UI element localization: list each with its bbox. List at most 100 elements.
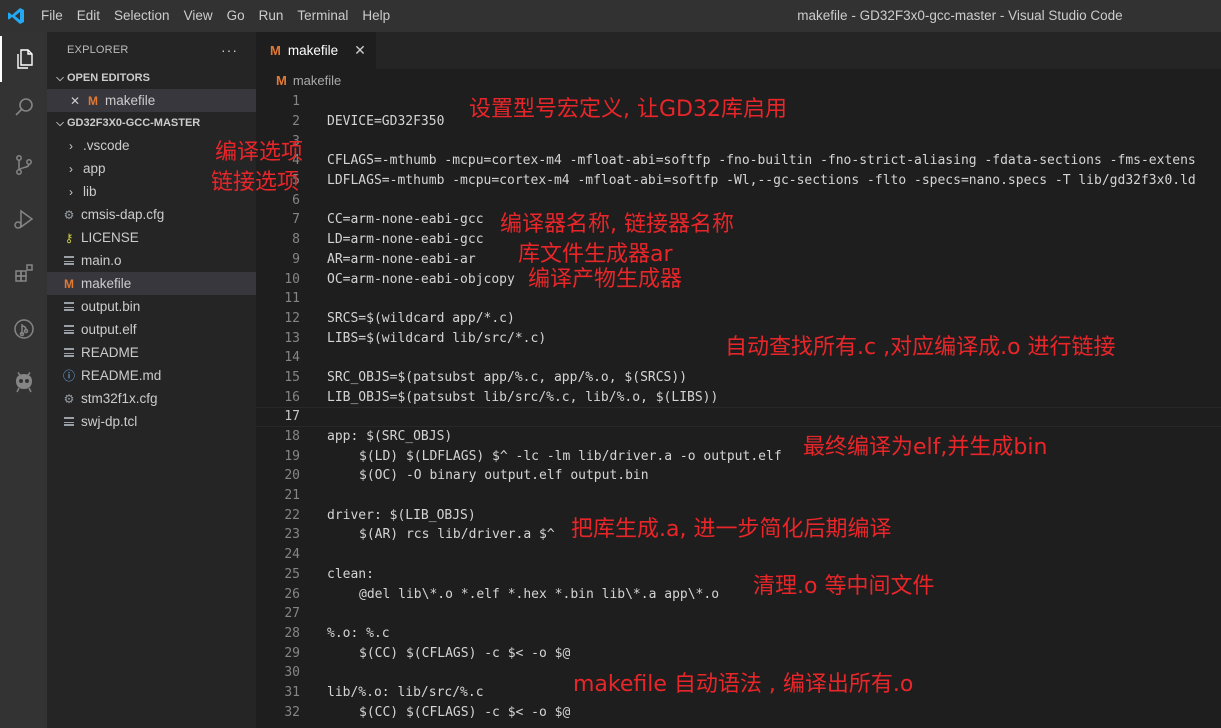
line-number: 22 [284,507,300,523]
code-line[interactable]: 18 app: $(SRC_OBJS) [256,427,1221,447]
code-line[interactable]: 6 [256,190,1221,210]
code-text: $(LD) $(LDFLAGS) $^ -lc -lm lib/driver.a… [359,448,782,464]
tab-label: makefile [287,43,339,58]
code-line[interactable]: 17 [256,407,1221,427]
menu-view[interactable]: View [177,0,220,32]
menu-edit[interactable]: Edit [70,0,107,32]
tree-item-output-elf[interactable]: output.elf [47,318,256,341]
code-text: CFLAGS=-mthumb -mcpu=cortex-m4 -mfloat-a… [327,153,1196,169]
code-line[interactable]: 4 CFLAGS=-mthumb -mcpu=cortex-m4 -mfloat-… [256,151,1221,171]
code-line[interactable]: 25 clean: [256,565,1221,585]
tree-item-label: output.bin [81,299,141,314]
file-lines-icon [61,417,77,426]
code-line[interactable]: 3 [256,131,1221,151]
menu-terminal[interactable]: Terminal [290,0,355,32]
gear-icon: ⚙ [63,391,75,406]
close-icon[interactable]: ✕ [354,42,366,59]
line-number: 14 [284,350,300,366]
menu-go[interactable]: Go [220,0,252,32]
line-number: 18 [284,429,300,445]
code-line[interactable]: 26 @del lib\*.o *.elf *.hex *.bin lib\*.a… [256,584,1221,604]
code-line[interactable]: 27 [256,604,1221,624]
code-line[interactable]: 21 [256,486,1221,506]
project-section[interactable]: ⌵ GD32F3X0-GCC-MASTER [47,112,256,134]
code-line[interactable]: 9 AR=arm-none-eabi-ar [256,250,1221,270]
code-text: $(CC) $(CFLAGS) -c $< -o $@ [359,645,571,661]
code-line[interactable]: 12 SRCS=$(wildcard app/*.c) [256,309,1221,329]
tree-item-readme[interactable]: README [47,341,256,364]
project-title: GD32F3X0-GCC-MASTER [67,117,201,129]
explorer-title: EXPLORER [67,43,129,56]
annotation-compile-options: 编译选项 [215,140,304,165]
close-icon[interactable]: ✕ [67,94,83,108]
code-line[interactable]: 15 SRC_OBJS=$(patsubst app/%.c, app/%.o, … [256,368,1221,388]
open-editors-section[interactable]: ⌵ OPEN EDITORS [47,67,256,89]
code-text: SRCS=$(wildcard app/*.c) [327,310,515,326]
code-line[interactable]: 7 CC=arm-none-eabi-gcc [256,210,1221,230]
tree-item-makefile[interactable]: M makefile [47,272,256,295]
code-text: clean: [327,566,374,582]
menu-selection[interactable]: Selection [107,0,177,32]
vscode-logo-icon [0,0,32,32]
code-text: $(AR) rcs lib/driver.a $^ [359,527,555,543]
files-icon[interactable] [0,36,47,82]
menu-bar: File Edit Selection View Go Run Terminal… [34,0,397,32]
line-number: 10 [284,271,300,287]
more-actions-icon[interactable]: ··· [221,42,238,58]
menu-file[interactable]: File [34,0,70,32]
gear-icon: ⚙ [63,207,75,222]
code-text: $(OC) -O binary output.elf output.bin [359,468,649,484]
tree-item-label: main.o [81,253,122,268]
code-text: $(CC) $(CFLAGS) -c $< -o $@ [359,704,571,720]
code-text: lib/%.o: lib/src/%.c [327,684,484,700]
tree-item-output-bin[interactable]: output.bin [47,295,256,318]
extensions-icon[interactable] [0,250,47,296]
window-title: makefile - GD32F3x0-gcc-master - Visual … [797,8,1123,23]
menu-run[interactable]: Run [252,0,291,32]
code-line[interactable]: 19 $(LD) $(LDFLAGS) $^ -lc -lm lib/driver… [256,446,1221,466]
code-line[interactable]: 11 [256,289,1221,309]
code-line[interactable]: 5 LDFLAGS=-mthumb -mcpu=cortex-m4 -mfloat… [256,171,1221,191]
line-number: 6 [292,192,300,208]
tree-item-stm32f1x-cfg[interactable]: ⚙ stm32f1x.cfg [47,387,256,410]
platformio-icon[interactable] [0,360,47,406]
menu-help[interactable]: Help [355,0,397,32]
code-line[interactable]: 8 LD=arm-none-eabi-gcc [256,230,1221,250]
source-control-icon[interactable] [0,142,47,188]
info-icon: ⓘ [62,369,75,383]
file-lines-icon [61,256,77,265]
makefile-icon: M [276,73,287,88]
code-text: %.o: %.c [327,625,390,641]
tree-item-main-o[interactable]: main.o [47,249,256,272]
line-number: 16 [284,389,300,405]
tree-item-license[interactable]: ⚷ LICENSE [47,226,256,249]
git-graph-icon[interactable] [0,306,47,352]
code-line[interactable]: 29 $(CC) $(CFLAGS) -c $< -o $@ [256,643,1221,663]
code-view[interactable]: 1 2 DEVICE=GD32F350 3 4 CFLAGS=-mthumb -mcpu=… [256,92,1221,728]
code-line[interactable]: 20 $(OC) -O binary output.elf output.bin [256,466,1221,486]
breadcrumb[interactable]: M makefile [256,69,1221,92]
annotation-objcopy: 编译产物生成器 [528,267,683,292]
line-number: 27 [284,606,300,622]
license-icon: ⚷ [64,230,74,245]
code-line[interactable]: 28 %.o: %.c [256,624,1221,644]
code-line[interactable]: 32 $(CC) $(CFLAGS) -c $< -o $@ [256,702,1221,722]
search-icon[interactable] [0,84,47,130]
annotation-toolnames: 编译器名称, 链接器名称 [500,212,734,237]
line-number: 12 [284,310,300,326]
tree-item-cmsis-dap-cfg[interactable]: ⚙ cmsis-dap.cfg [47,203,256,226]
code-line[interactable]: 16 LIB_OBJS=$(patsubst lib/src/%.c, lib/%… [256,387,1221,407]
chevron-right-icon: › [69,138,73,153]
tree-item-readme-md[interactable]: ⓘ README.md [47,364,256,387]
code-line[interactable]: 10 OC=arm-none-eabi-objcopy [256,269,1221,289]
open-editor-item[interactable]: ✕ M makefile [47,89,256,112]
line-number: 30 [284,665,300,681]
makefile-icon: M [88,93,98,108]
tree-item-swj-dp-tcl[interactable]: swj-dp.tcl [47,410,256,433]
code-text: SRC_OBJS=$(patsubst app/%.c, app/%.o, $(… [327,369,688,385]
code-text: @del lib\*.o *.elf *.hex *.bin lib\*.a a… [359,586,720,602]
code-line[interactable]: 24 [256,545,1221,565]
run-debug-icon[interactable] [0,196,47,242]
tab-makefile[interactable]: M makefile ✕ [256,32,376,69]
line-number: 29 [284,645,300,661]
